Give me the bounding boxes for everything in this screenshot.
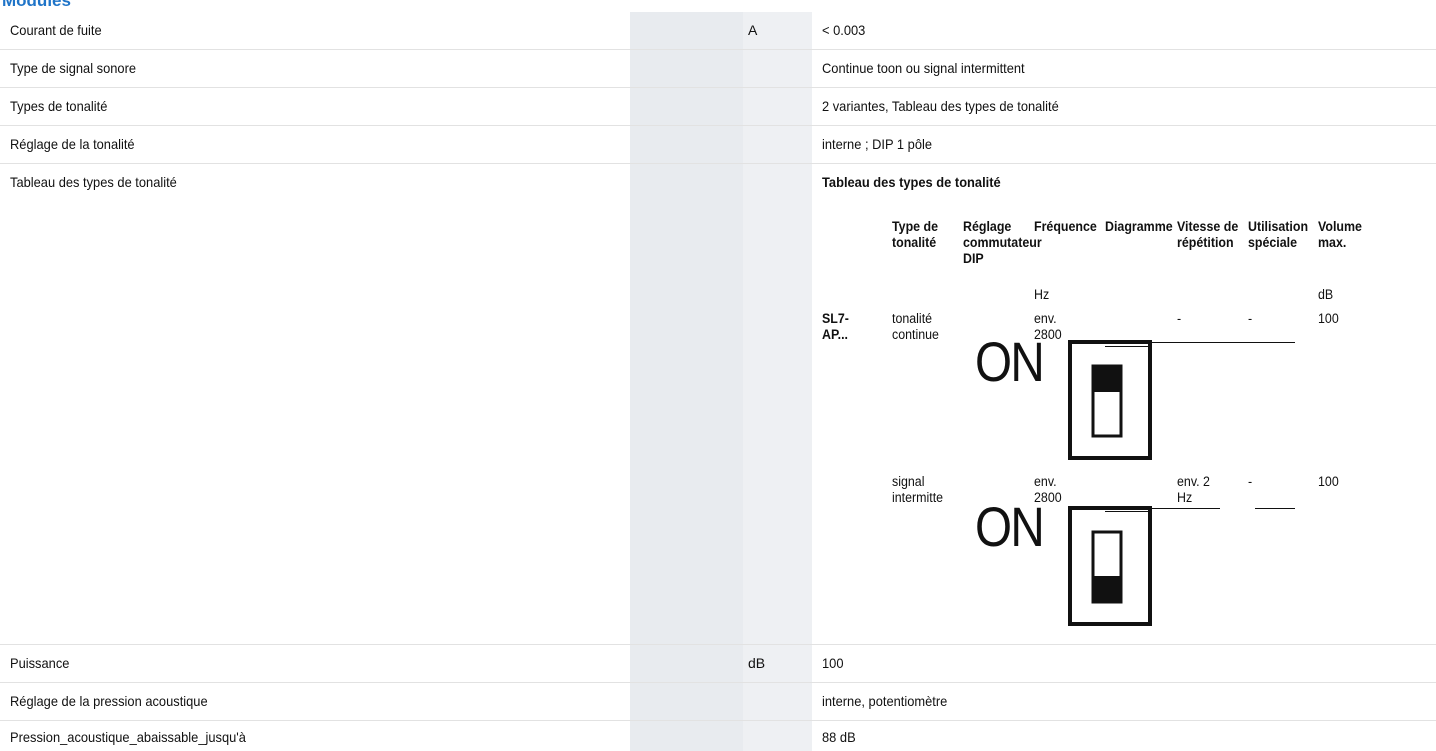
table-row: Réglage de la tonalité interne ; DIP 1 p… bbox=[0, 126, 1436, 164]
tone-volume: 100 bbox=[1318, 474, 1339, 489]
tone-speed: - bbox=[1177, 311, 1182, 326]
row-value: 2 variantes, Tableau des types de tonali… bbox=[822, 98, 1059, 114]
header-speed: Vitesse de répétition bbox=[1177, 219, 1239, 250]
row-label: Types de tonalité bbox=[10, 98, 108, 114]
row-value: Continue toon ou signal intermittent bbox=[822, 60, 1025, 76]
table-row: Puissance dB 100 bbox=[0, 645, 1436, 683]
header-type: Type de tonalité bbox=[892, 219, 939, 250]
tone-table-title: Tableau des types de tonalité bbox=[822, 174, 1001, 190]
tone-volume: 100 bbox=[1318, 311, 1339, 326]
row-label: Type de signal sonore bbox=[10, 60, 137, 76]
unit-volume: dB bbox=[1318, 287, 1334, 302]
row-value: 88 dB bbox=[822, 729, 856, 745]
row-label: Courant de fuite bbox=[10, 22, 102, 38]
row-unit: dB bbox=[748, 655, 766, 671]
dip-switch-icon-up bbox=[1068, 340, 1152, 460]
unit-freq: Hz bbox=[1034, 287, 1050, 302]
header-volume: Volume max. bbox=[1318, 219, 1362, 250]
tone-usage: - bbox=[1248, 474, 1253, 489]
row-value: interne ; DIP 1 pôle bbox=[822, 136, 933, 152]
header-diagram: Diagramme bbox=[1105, 219, 1173, 234]
row-unit: A bbox=[748, 22, 758, 38]
header-dip: Réglage commutateur DIP bbox=[963, 219, 1042, 266]
tone-type: signal intermitte bbox=[892, 474, 944, 505]
table-row-tone-table: Tableau des types de tonalité Tableau de… bbox=[0, 164, 1436, 645]
intermittent-tone-diagram-pulse bbox=[1255, 508, 1295, 509]
row-label: Pression_acoustique_abaissable_jusqu'à bbox=[10, 729, 246, 745]
tone-speed: env. 2 Hz bbox=[1177, 474, 1210, 505]
table-row: Type de signal sonore Continue toon ou s… bbox=[0, 50, 1436, 88]
tone-usage: - bbox=[1248, 311, 1253, 326]
dip-on-label: ON bbox=[975, 495, 1045, 558]
table-row: Pression_acoustique_abaissable_jusqu'à 8… bbox=[0, 721, 1436, 751]
row-value: < 0.003 bbox=[822, 22, 866, 38]
row-label: Réglage de la pression acoustique bbox=[10, 693, 208, 709]
page: Modules Courant de fuite A < 0.003 Type … bbox=[0, 0, 1436, 751]
table-row: Courant de fuite A < 0.003 bbox=[0, 12, 1436, 50]
row-label: Réglage de la tonalité bbox=[10, 136, 135, 152]
row-value: interne, potentiomètre bbox=[822, 693, 948, 709]
row-label: Puissance bbox=[10, 655, 70, 671]
row-label: Tableau des types de tonalité bbox=[10, 174, 177, 190]
header-usage: Utilisation spéciale bbox=[1248, 219, 1309, 250]
section-heading: Modules bbox=[2, 0, 71, 10]
dip-on-label: ON bbox=[975, 330, 1045, 393]
header-frequency: Fréquence bbox=[1034, 219, 1097, 234]
table-row: Types de tonalité 2 variantes, Tableau d… bbox=[0, 88, 1436, 126]
dip-switch-icon-down bbox=[1068, 506, 1152, 626]
table-row: Réglage de la pression acoustique intern… bbox=[0, 683, 1436, 721]
model-label: SL7-AP... bbox=[822, 311, 849, 342]
row-value: 100 bbox=[822, 655, 844, 671]
tone-type: tonalité continue bbox=[892, 311, 939, 342]
